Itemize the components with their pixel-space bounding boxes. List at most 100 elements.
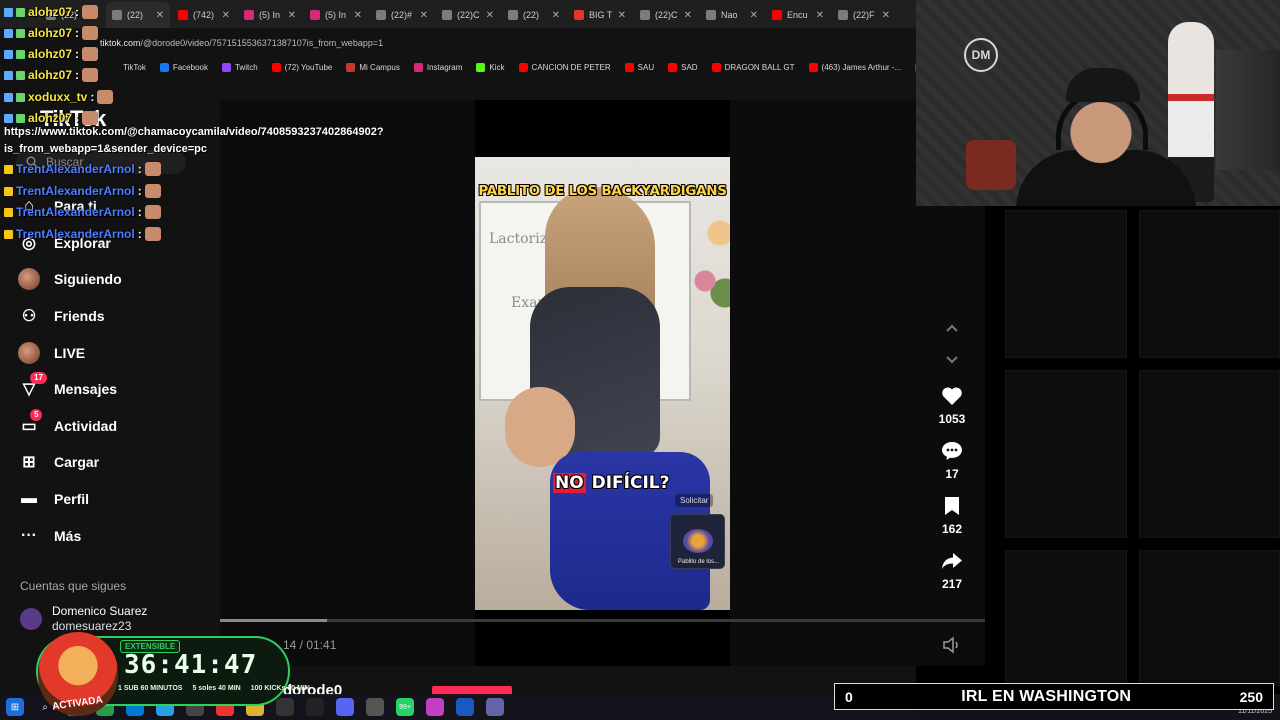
following-avatar-icon: [18, 268, 40, 291]
browser-tab[interactable]: (22)C ✕: [436, 2, 500, 28]
sidebar-item-cargar[interactable]: ⊞ Cargar: [18, 444, 208, 481]
sidebar-item-live[interactable]: LIVE: [18, 334, 208, 371]
grid-cell[interactable]: [1139, 210, 1280, 358]
whatsapp-icon[interactable]: 99+: [396, 698, 414, 716]
timer-rate: 100 KICKs 60 MIN: [250, 685, 310, 692]
following-section-title: Cuentas que sigues: [20, 579, 127, 593]
webcam-fan: [966, 140, 1016, 190]
messages-icon: ▽ 17: [18, 372, 47, 400]
chat-username: TrentAlexanderArnol: [16, 162, 135, 176]
chat-badge-icon: [4, 70, 13, 80]
sidebar-item-actividad[interactable]: ▭ 5 Actividad: [18, 408, 208, 445]
bookmark-item[interactable]: Kick: [476, 62, 505, 72]
browser-tab[interactable]: (22)F ✕: [832, 2, 896, 28]
chat-separator: :: [75, 47, 80, 61]
avatar: [18, 341, 40, 364]
video-progress-fill: [220, 619, 328, 622]
close-icon[interactable]: ✕: [750, 10, 758, 21]
following-account[interactable]: Domenico Suarez domesuarez23: [20, 604, 147, 634]
browser-tab[interactable]: BIG T ✕: [568, 2, 632, 28]
bookmark-label: Kick: [489, 62, 505, 72]
bookmark-item[interactable]: (463) James Arthur -...: [808, 62, 901, 72]
app-icon[interactable]: [306, 698, 324, 716]
bookmark-item[interactable]: SAD: [668, 62, 698, 72]
avatar: [20, 608, 42, 630]
video-progress-bar[interactable]: [220, 619, 985, 622]
tab-favicon-icon: [706, 10, 716, 20]
sidebar-item-más[interactable]: ··· Más: [18, 517, 208, 554]
close-icon[interactable]: ✕: [420, 10, 428, 21]
bookmark-icon: [518, 62, 528, 72]
bookmark-icon: [413, 62, 423, 72]
chat-badge-icon: [16, 70, 25, 80]
bookmark-icon: [945, 497, 959, 515]
tab-label: Encu: [787, 10, 808, 20]
chat-username: TrentAlexanderArnol: [16, 227, 135, 241]
calculator-icon[interactable]: [486, 698, 504, 716]
grid-cell[interactable]: [1005, 210, 1127, 358]
close-icon[interactable]: ✕: [882, 10, 890, 21]
chat-emote-icon: [82, 47, 99, 61]
app-icon[interactable]: [426, 698, 444, 716]
windows-start-icon[interactable]: ⊞: [6, 698, 24, 716]
mini-sound-card[interactable]: Pablito de los...: [670, 514, 725, 569]
discord-icon[interactable]: [336, 698, 354, 716]
chat-separator: :: [75, 26, 80, 40]
grid-cell[interactable]: [1005, 550, 1127, 686]
close-icon[interactable]: ✕: [684, 10, 692, 21]
chat-username: TrentAlexanderArnol: [16, 184, 135, 198]
comment-button[interactable]: 17: [932, 439, 972, 481]
chat-separator: :: [90, 90, 95, 104]
browser-tab[interactable]: (22)# ✕: [370, 2, 434, 28]
tab-label: (22)C: [457, 10, 480, 20]
browser-tab[interactable]: Encu ✕: [766, 2, 830, 28]
browser-tab[interactable]: Nao ✕: [700, 2, 764, 28]
volume-icon[interactable]: [942, 636, 962, 654]
previous-video-button[interactable]: [932, 318, 972, 338]
close-icon[interactable]: ✕: [552, 10, 560, 21]
chat-username: TrentAlexanderArnol: [16, 205, 135, 219]
scoreboard-title: IRL EN WASHINGTON: [961, 687, 1132, 705]
bookmark-item[interactable]: CANCION DE PETER: [518, 62, 611, 72]
close-icon[interactable]: ✕: [816, 10, 824, 21]
flowers: [690, 197, 730, 317]
close-icon[interactable]: ✕: [354, 10, 362, 21]
grid-cell[interactable]: [1005, 370, 1127, 538]
app-icon[interactable]: [366, 698, 384, 716]
chat-emote-icon: [144, 227, 161, 241]
bookmark-icon: [346, 62, 356, 72]
video-player[interactable]: Lactorización Examen PABLITO DE LOS BACK…: [475, 157, 730, 610]
sidebar-item-perfil[interactable]: ▬ Perfil: [18, 481, 208, 518]
browser-tab[interactable]: (22) ✕: [502, 2, 566, 28]
close-icon[interactable]: ✕: [486, 10, 494, 21]
chat-username: alohz07: [28, 5, 73, 19]
chat-emote-icon: [82, 5, 99, 19]
video-time: 14 / 01:41: [283, 638, 337, 652]
chat-emote-icon: [82, 26, 99, 40]
sidebar-item-mensajes[interactable]: ▽ 17 Mensajes: [18, 371, 208, 408]
chat-badge-icon: [4, 207, 13, 217]
word-icon[interactable]: [456, 698, 474, 716]
share-button[interactable]: 217: [932, 549, 972, 591]
next-video-button[interactable]: [932, 350, 972, 370]
share-arrow-icon: [942, 553, 962, 569]
bookmark-item[interactable]: SAU: [624, 62, 654, 72]
bookmark-item[interactable]: Instagram: [413, 62, 462, 72]
grid-cell[interactable]: [1139, 370, 1280, 538]
webcam-logo: DM: [964, 38, 998, 72]
sidebar-item-friends[interactable]: ⚇ Friends: [18, 298, 208, 335]
sidebar-item-label: LIVE: [54, 344, 86, 361]
close-icon[interactable]: ✕: [618, 10, 626, 21]
bookmark-item[interactable]: Mi Campus: [346, 62, 400, 72]
sidebar-item-siguiendo[interactable]: Siguiendo: [18, 261, 208, 298]
chat-badge-icon: [16, 92, 25, 102]
browser-tab[interactable]: (22)C ✕: [634, 2, 698, 28]
like-button[interactable]: 1053: [932, 384, 972, 426]
save-button[interactable]: 162: [932, 494, 972, 536]
solicitar-label[interactable]: Solicitar: [675, 494, 714, 507]
grid-cell[interactable]: [1139, 550, 1280, 686]
following-account-username: domesuarez23: [52, 619, 132, 633]
bookmark-item[interactable]: DRAGON BALL GT: [711, 62, 795, 72]
bookmark-icon: [808, 62, 818, 72]
app-icon[interactable]: [276, 698, 294, 716]
